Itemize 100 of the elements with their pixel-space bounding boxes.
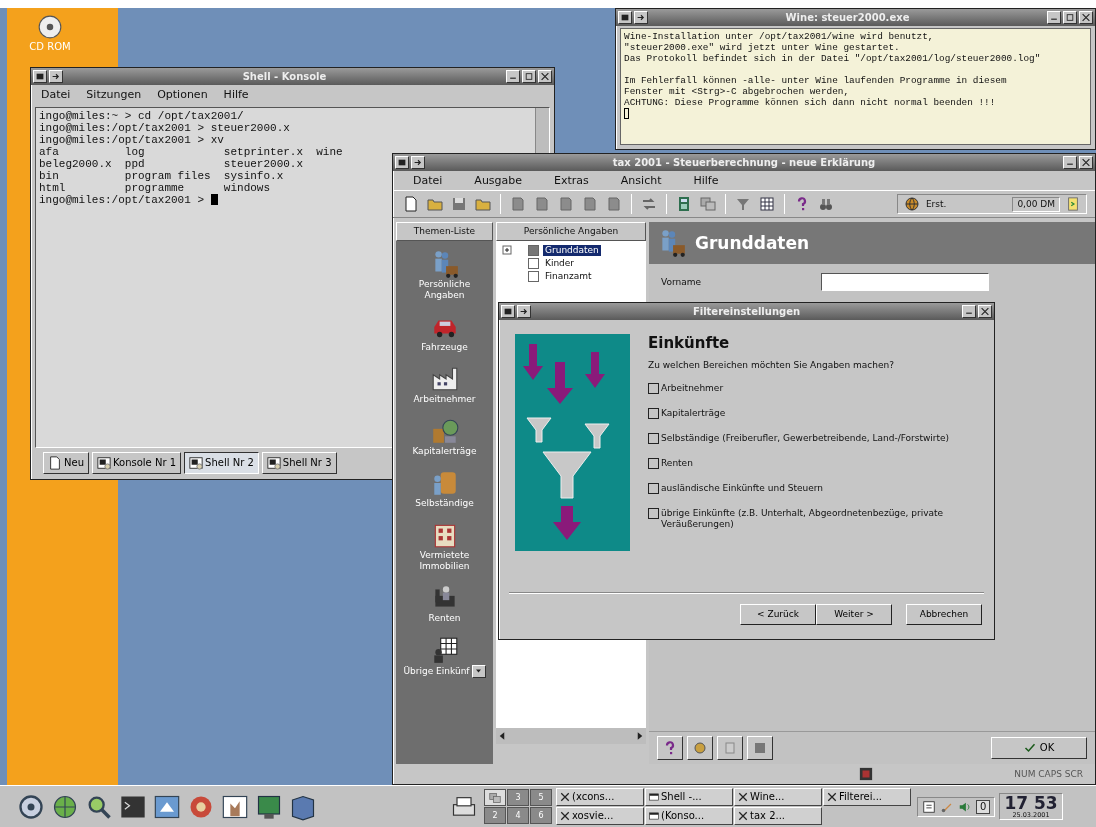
window-menu-button[interactable] [395,156,409,169]
session-tab[interactable]: Konsole Nr 1 [92,452,182,474]
checkbox[interactable] [648,507,659,519]
task-button[interactable]: (xcons... [556,788,644,806]
close-button[interactable] [978,305,992,318]
minimize-button[interactable] [1063,156,1077,169]
theme-item[interactable]: Übrige Einkünf [403,666,470,677]
checkbox[interactable] [648,407,659,419]
input-field[interactable] [821,273,989,292]
minimize-button[interactable] [506,70,520,83]
close-button[interactable] [538,70,552,83]
tool-button[interactable] [687,736,713,760]
menu-item[interactable]: Ansicht [618,174,664,188]
minimize-button[interactable] [962,305,976,318]
session-tab[interactable]: Shell Nr 3 [261,452,337,474]
window-menu-icon [35,72,45,81]
maximize-button[interactable] [1063,11,1077,24]
task-button[interactable]: tax 2... [734,807,822,825]
tool-button[interactable] [747,736,773,760]
expander-icon[interactable] [502,245,512,256]
session-tab[interactable]: Neu [43,452,89,474]
pin-button[interactable] [411,156,425,169]
theme-item[interactable]: Fahrzeuge [421,342,468,353]
menu-item[interactable]: Optionen [155,88,210,102]
note-icon[interactable] [922,799,936,814]
horizontal-scrollbar[interactable] [496,728,646,744]
binoculars-icon[interactable] [818,196,834,213]
cd-icon[interactable] [37,14,63,40]
minimize-button[interactable] [1047,11,1061,24]
checkbox[interactable] [648,482,659,494]
document-icon [48,455,62,471]
folder-icon[interactable] [427,196,443,213]
task-button[interactable]: Wine... [734,788,822,806]
checkbox-label[interactable]: Selbständige (Freiberufler, Gewerbetreibende, Land-/Forstwirte) [661,432,950,444]
menu-item[interactable]: Hilfe [221,88,251,102]
ok-button[interactable]: OK [991,737,1087,759]
status-indicators: NUM CAPS SCR [1014,768,1083,780]
windows-icon[interactable] [700,196,716,213]
dialog-button[interactable]: Abbrechen [906,604,982,625]
window-menu-button[interactable] [618,11,632,24]
tray-counter[interactable]: 0 [976,799,991,814]
menu-item[interactable]: Sitzungen [84,88,144,102]
dialog-button[interactable]: Weiter > [816,604,892,625]
tree-item[interactable]: Kinder [543,258,577,269]
dialog-button[interactable]: < Zurück [740,604,816,625]
menu-item[interactable]: Extras [552,174,591,188]
checkbox[interactable] [648,432,659,444]
menu-item[interactable]: Datei [411,174,445,188]
close-button[interactable] [1079,11,1093,24]
checkbox-label[interactable]: übrige Einkünfte (z.B. Unterhalt, Abgeordnetenbezüge, private Veräußerungen) [661,507,961,530]
menu-item[interactable]: Hilfe [691,174,721,188]
calculator-icon[interactable] [676,196,692,213]
task-button[interactable]: Shell -... [645,788,733,806]
page-icon[interactable] [534,196,550,213]
arrow-icon [519,307,529,316]
checkbox[interactable] [648,382,659,394]
theme-item[interactable]: Kapitalerträge [412,446,477,457]
task-button[interactable]: xosvie... [556,807,644,825]
funnel-icon[interactable] [735,196,751,213]
menu-item[interactable]: Ausgabe [472,174,525,188]
window-menu-button[interactable] [501,305,515,318]
desktop-pager-cell[interactable] [484,789,506,806]
console-line: Wine-Installation unter /opt/tax2001/wine wird benutzt, [624,31,934,42]
tool-button[interactable] [657,736,683,760]
clock-time: 17 53 [1004,793,1058,812]
theme-item[interactable]: Selbständige [415,498,474,509]
theme-item[interactable]: Renten [428,613,461,624]
checkbox-label[interactable]: ausländische Einkünfte und Steuern [661,482,823,494]
scroll-down-button[interactable] [471,665,486,678]
task-button[interactable]: Filterei... [823,788,911,806]
tree-item[interactable]: Grunddaten [543,245,601,256]
session-tab[interactable]: Shell Nr 2 [184,452,259,474]
tool-button[interactable] [717,736,743,760]
folder-icon[interactable] [475,196,491,213]
tree-item[interactable]: Finanzamt [543,271,594,282]
page-icon[interactable] [606,196,622,213]
window-menu-icon [397,158,407,167]
pin-button[interactable] [634,11,648,24]
task-button[interactable]: (Konso... [645,807,733,825]
window-menu-button[interactable] [33,70,47,83]
pin-button[interactable] [517,305,531,318]
page-icon[interactable] [582,196,598,213]
checkbox[interactable] [648,457,659,469]
pin-button[interactable] [49,70,63,83]
page-icon[interactable] [558,196,574,213]
maximize-button[interactable] [522,70,536,83]
checkbox-label[interactable]: Kapitalerträge [661,407,726,419]
document-icon[interactable] [403,196,419,213]
checkbox-label[interactable]: Renten [661,457,693,469]
table-icon[interactable] [759,196,775,213]
page-icon[interactable] [510,196,526,213]
page-icon[interactable] [1066,196,1080,213]
gear-icon[interactable] [17,792,45,821]
close-button[interactable] [1079,156,1093,169]
theme-item[interactable]: Vermietete Immobilien [399,550,490,572]
theme-item[interactable]: Persönliche Angaben [399,279,490,301]
amount-field: 0,00 DM [1012,196,1060,212]
checkbox-label[interactable]: Arbeitnehmer [661,382,724,394]
theme-item[interactable]: Arbeitnehmer [413,394,476,405]
menu-item[interactable]: Datei [39,88,73,102]
